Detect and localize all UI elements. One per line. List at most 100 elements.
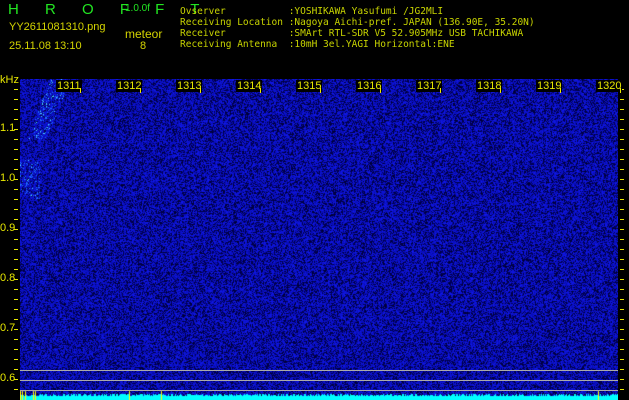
time-tick-label: 1316 — [356, 80, 383, 92]
y-tick-mark — [620, 389, 624, 390]
reference-line — [20, 370, 618, 371]
y-tick-mark — [620, 269, 624, 270]
y-tick-mark — [14, 239, 18, 240]
y-tick-label: 1.0 — [0, 172, 16, 184]
y-tick-label: 0.6 — [0, 372, 16, 384]
y-tick-mark — [14, 219, 18, 220]
info-observer: Ovserver :YOSHIKAWA Yasufumi /JG2MLI — [180, 6, 444, 18]
y-tick-mark — [14, 319, 18, 320]
info-value: :YOSHIKAWA Yasufumi /JG2MLI — [288, 6, 444, 17]
y-tick-mark — [14, 289, 18, 290]
y-tick-label: 1.1 — [0, 122, 16, 134]
y-tick-mark — [620, 299, 624, 300]
y-tick-mark — [620, 179, 624, 180]
time-tick-label: 1311 — [56, 80, 82, 92]
count-label: 8 — [140, 40, 147, 52]
time-tick-label: 1317 — [416, 80, 443, 92]
y-tick-mark — [14, 139, 18, 140]
y-tick-mark — [620, 169, 624, 170]
y-tick-mark — [620, 209, 624, 210]
version-label: 1.0.0f — [125, 3, 151, 14]
y-tick-mark — [14, 119, 18, 120]
time-tick-mark — [320, 88, 321, 93]
reference-line — [20, 380, 618, 381]
info-receiver: Receiver :SMArt RTL-SDR V5 52.905MHz USB… — [180, 28, 524, 40]
y-tick-mark — [14, 209, 18, 210]
info-value: :10mH 3el.YAGI Horizontal:ENE — [288, 39, 455, 50]
y-tick-mark — [14, 129, 18, 130]
y-tick-mark — [14, 339, 18, 340]
filename-label: YY2611081310.png — [9, 21, 106, 33]
y-tick-label: 0.7 — [0, 322, 16, 334]
y-tick-mark — [14, 99, 18, 100]
y-tick-mark — [620, 229, 624, 230]
y-tick-mark — [620, 349, 624, 350]
time-tick-label: 1319 — [536, 80, 563, 92]
time-tick-mark — [380, 88, 381, 93]
y-tick-mark — [620, 289, 624, 290]
time-tick-mark — [200, 88, 201, 93]
time-tick-mark — [440, 88, 441, 93]
time-tick-label: 1313 — [176, 80, 203, 92]
y-tick-mark — [14, 229, 18, 230]
y-tick-mark — [620, 219, 624, 220]
datetime-label: 25.11.08 13:10 — [9, 40, 82, 52]
time-tick-mark — [260, 88, 261, 93]
reference-line — [20, 390, 618, 391]
info-value: :Nagoya Aichi-pref. JAPAN (136.90E, 35.2… — [288, 17, 535, 28]
time-tick-mark — [140, 88, 141, 93]
y-tick-label: 0.9 — [0, 222, 16, 234]
y-tick-label: 0.8 — [0, 272, 16, 284]
y-tick-mark — [14, 249, 18, 250]
info-value: :SMArt RTL-SDR V5 52.905MHz USB TACHIKAW… — [288, 28, 524, 39]
y-tick-mark — [620, 199, 624, 200]
y-tick-mark — [14, 369, 18, 370]
y-tick-mark — [620, 369, 624, 370]
info-location: Receiving Location :Nagoya Aichi-pref. J… — [180, 17, 535, 29]
y-tick-mark — [14, 259, 18, 260]
y-tick-mark — [620, 319, 624, 320]
y-tick-mark — [14, 389, 18, 390]
y-tick-mark — [14, 349, 18, 350]
spectrogram — [20, 79, 618, 400]
info-label: Receiver — [180, 28, 283, 39]
y-tick-mark — [620, 309, 624, 310]
y-tick-mark — [14, 329, 18, 330]
y-tick-mark — [14, 189, 18, 190]
y-tick-mark — [620, 259, 624, 260]
y-tick-mark — [620, 379, 624, 380]
time-tick-mark — [500, 88, 501, 93]
y-tick-mark — [620, 139, 624, 140]
time-tick-mark — [560, 88, 561, 93]
y-tick-mark — [620, 129, 624, 130]
y-tick-mark — [620, 149, 624, 150]
y-tick-mark — [14, 169, 18, 170]
y-tick-mark — [620, 279, 624, 280]
time-tick-label: 1318 — [476, 80, 503, 92]
y-unit-label: kHz — [0, 74, 19, 86]
y-tick-mark — [620, 109, 624, 110]
y-tick-mark — [620, 329, 624, 330]
y-tick-mark — [620, 239, 624, 240]
info-label: Ovserver — [180, 6, 283, 17]
y-tick-mark — [14, 159, 18, 160]
time-tick-mark — [80, 88, 81, 93]
y-tick-mark — [14, 299, 18, 300]
y-tick-mark — [14, 379, 18, 380]
time-tick-label: 1320 — [596, 80, 623, 92]
info-antenna: Receiving Antenna :10mH 3el.YAGI Horizon… — [180, 39, 455, 51]
y-tick-mark — [14, 109, 18, 110]
time-tick-mark — [620, 88, 621, 93]
y-tick-mark — [14, 179, 18, 180]
y-tick-mark — [620, 99, 624, 100]
y-tick-mark — [14, 309, 18, 310]
y-tick-mark — [14, 149, 18, 150]
y-tick-mark — [620, 189, 624, 190]
y-tick-mark — [620, 359, 624, 360]
y-tick-mark — [620, 249, 624, 250]
y-tick-mark — [14, 199, 18, 200]
y-tick-mark — [14, 359, 18, 360]
info-label: Receiving Location — [180, 17, 283, 28]
time-tick-label: 1315 — [296, 80, 323, 92]
y-tick-mark — [14, 89, 18, 90]
